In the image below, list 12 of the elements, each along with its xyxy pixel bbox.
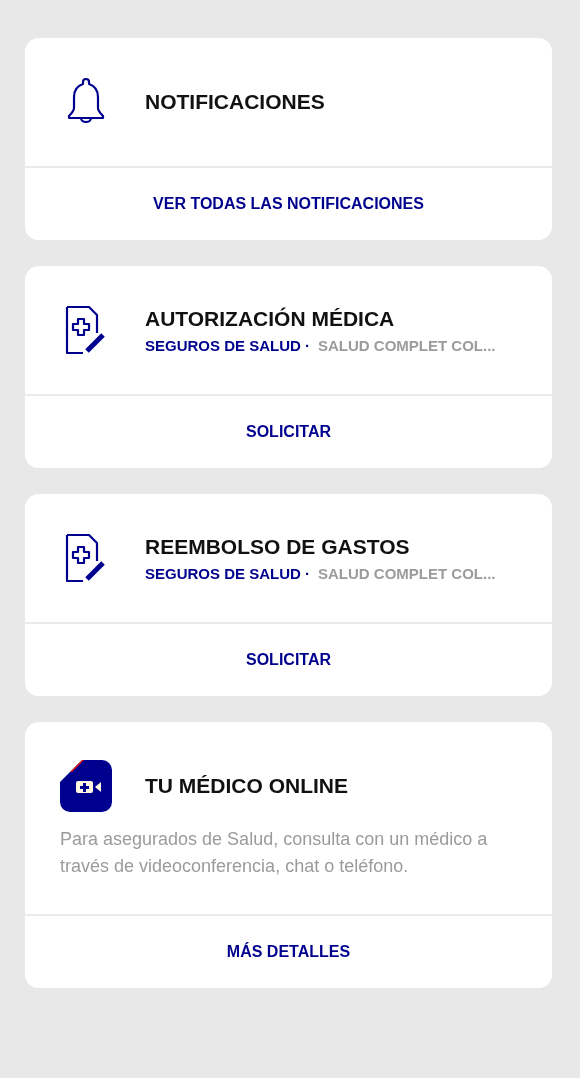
plan-label: SALUD COMPLET COL...	[318, 564, 496, 582]
category-label: SEGUROS DE SALUD ·	[145, 336, 310, 354]
card-title: NOTIFICACIONES	[145, 90, 325, 114]
plan-label: SALUD COMPLET COL...	[318, 336, 496, 354]
card-title: AUTORIZACIÓN MÉDICA	[145, 306, 396, 331]
video-call-icon	[60, 760, 112, 812]
category-label: SEGUROS DE SALUD ·	[145, 564, 310, 582]
medical-form-icon	[65, 305, 107, 355]
card-title: REEMBOLSO DE GASTOS	[145, 534, 411, 559]
medical-form-icon	[65, 533, 107, 583]
description-text: Para asegurados de Salud, consulta con un médico a través de videoconferencia, chat o teléfono.	[60, 828, 489, 878]
card-title: TU MÉDICO ONLINE	[145, 774, 348, 798]
